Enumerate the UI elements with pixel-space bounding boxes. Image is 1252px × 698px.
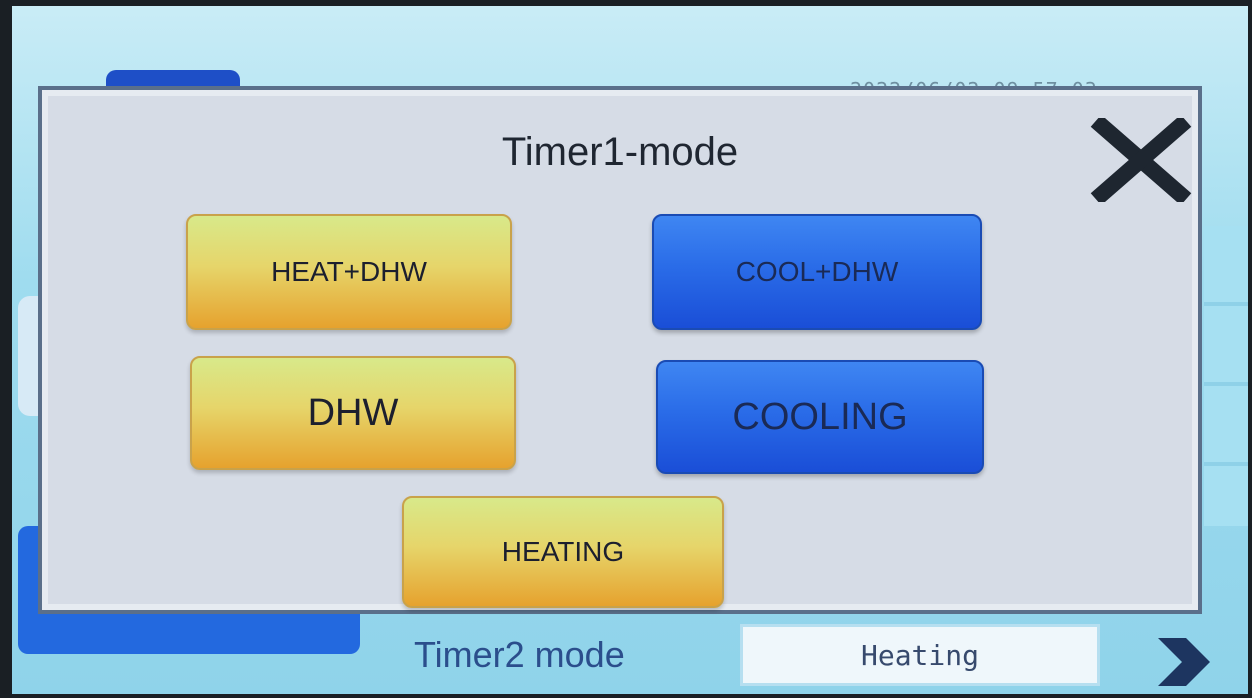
timer1-mode-dialog: Timer1-mode HEAT+DHW COOL+DHW DHW COOLIN… (38, 86, 1202, 614)
close-icon[interactable] (1088, 118, 1194, 202)
cool-dhw-button[interactable]: COOL+DHW (652, 214, 982, 330)
chevron-right-icon[interactable] (1142, 634, 1212, 690)
right-edge-rows (1204, 226, 1248, 526)
dhw-button[interactable]: DHW (190, 356, 516, 470)
heat-dhw-button[interactable]: HEAT+DHW (186, 214, 512, 330)
timer2-mode-label: Timer2 mode (414, 634, 625, 675)
heating-button[interactable]: HEATING (402, 496, 724, 608)
dialog-title: Timer1-mode (501, 130, 739, 174)
cooling-button[interactable]: COOLING (656, 360, 984, 474)
timer2-mode-value[interactable]: Heating (740, 624, 1100, 686)
